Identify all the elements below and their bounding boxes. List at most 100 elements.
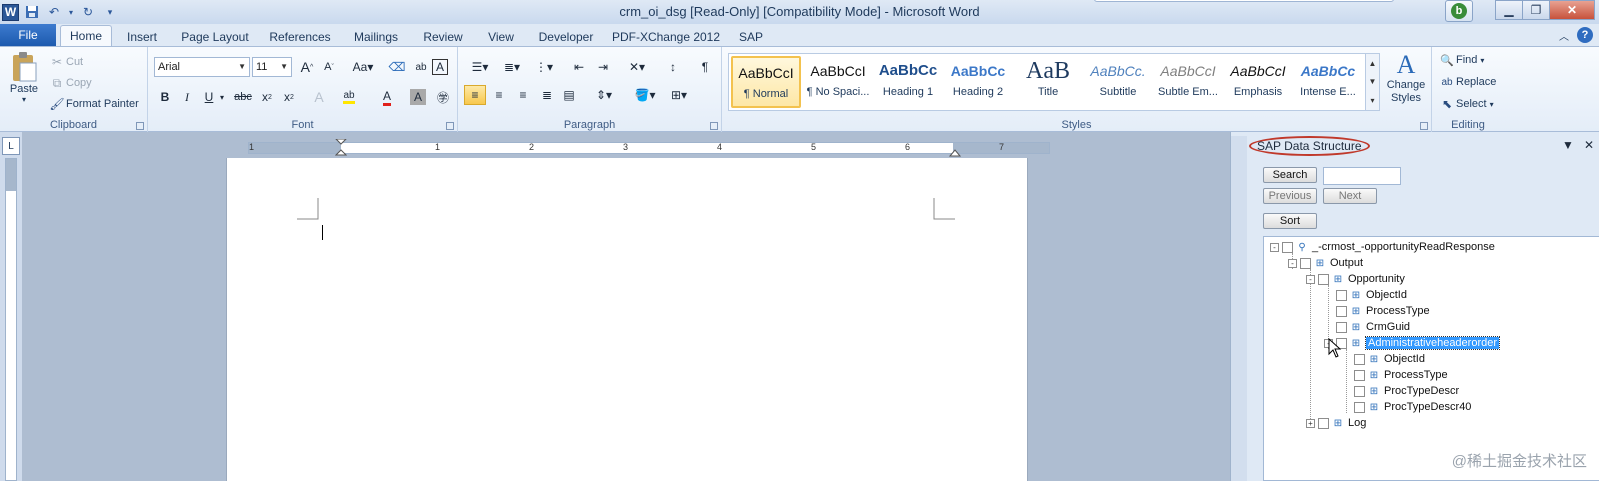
change-case-icon[interactable]: Aa▾ [348, 57, 378, 77]
right-indent-marker-icon[interactable] [949, 147, 961, 157]
style-no-spacing[interactable]: AaBbCcI ¶ No Spaci... [803, 56, 873, 108]
multilevel-list-icon[interactable]: ⋮▾ [530, 57, 558, 77]
panel-close-icon[interactable]: ✕ [1584, 138, 1594, 152]
tab-mailings[interactable]: Mailings [346, 27, 406, 46]
more-icon[interactable]: ▾ [1370, 96, 1374, 105]
font-color-icon[interactable]: A [376, 87, 398, 107]
font-launcher-icon[interactable] [446, 122, 454, 130]
tree-node-objectid-2[interactable]: ⊞ ObjectId [1354, 351, 1425, 367]
chevron-down-icon[interactable]: ▼ [1369, 77, 1377, 86]
checkbox[interactable] [1354, 369, 1365, 381]
numbering-icon[interactable]: ≣▾ [498, 57, 526, 77]
line-spacing-icon[interactable]: ⇕▾ [590, 85, 618, 105]
bold-icon[interactable]: B [154, 87, 176, 107]
tab-developer[interactable]: Developer [532, 27, 600, 46]
minimize-ribbon-icon[interactable]: ︿ [1559, 28, 1569, 43]
checkbox[interactable] [1354, 353, 1365, 365]
tab-file[interactable]: File [0, 24, 56, 46]
font-size-combo[interactable]: 11 ▼ [252, 57, 292, 77]
cut-button[interactable]: ✂ Cut [48, 53, 83, 71]
clipboard-launcher-icon[interactable] [136, 122, 144, 130]
character-shading-icon[interactable]: A [410, 89, 426, 105]
checkbox[interactable] [1354, 401, 1365, 413]
horizontal-ruler[interactable]: 1 1 2 3 4 5 6 7 [248, 139, 1050, 157]
chevron-up-icon[interactable]: ▲ [1369, 59, 1377, 68]
close-button[interactable]: ✕ [1549, 0, 1595, 20]
next-button[interactable]: Next [1323, 188, 1377, 204]
italic-icon[interactable]: I [176, 87, 198, 107]
collapse-icon[interactable]: - [1306, 274, 1315, 284]
strikethrough-icon[interactable]: abc [232, 87, 254, 107]
style-subtitle[interactable]: AaBbCc. Subtitle [1083, 56, 1153, 108]
tree-node-root[interactable]: - ⚲ _-crmost_-opportunityReadResponse [1270, 239, 1495, 255]
style-subtle-emphasis[interactable]: AaBbCcI Subtle Em... [1153, 56, 1223, 108]
superscript-icon[interactable]: x2 [278, 87, 300, 107]
character-border-icon[interactable]: A [432, 59, 448, 75]
paragraph-launcher-icon[interactable] [710, 122, 718, 130]
tree-node-proctypedescr[interactable]: ⊞ ProcTypeDescr [1354, 383, 1459, 399]
document-page[interactable] [226, 158, 1028, 481]
phonetic-guide-icon[interactable]: ab [410, 57, 432, 77]
underline-dropdown-icon[interactable]: ▾ [216, 87, 228, 107]
shrink-font-icon[interactable]: Aˇ [318, 57, 340, 77]
checkbox[interactable] [1318, 273, 1329, 285]
search-input[interactable] [1323, 167, 1401, 185]
checkbox[interactable] [1282, 241, 1293, 253]
tab-selector-icon[interactable]: L [2, 137, 20, 155]
distributed-icon[interactable]: ▤ [558, 85, 580, 105]
format-painter-button[interactable]: 🖌 Format Painter [48, 95, 138, 113]
tab-sap[interactable]: SAP [732, 27, 770, 46]
bing-button[interactable]: b [1445, 0, 1473, 22]
subscript-icon[interactable]: x2 [256, 87, 278, 107]
tab-view[interactable]: View [480, 27, 522, 46]
sort-icon[interactable]: ↕ [662, 57, 684, 77]
align-right-icon[interactable]: ≡ [512, 85, 534, 105]
collapse-icon[interactable]: - [1288, 258, 1297, 268]
previous-button[interactable]: Previous [1263, 188, 1317, 204]
align-left-icon[interactable]: ≡ [464, 85, 486, 105]
paste-button[interactable]: Paste ▾ [6, 51, 42, 104]
expand-icon[interactable]: + [1306, 418, 1315, 428]
tab-pdf-xchange[interactable]: PDF-XChange 2012 [610, 27, 722, 46]
font-family-combo[interactable]: Arial ▼ [154, 57, 250, 77]
replace-button[interactable]: ab Replace [1438, 73, 1496, 91]
select-button[interactable]: ⬉ Select ▾ [1438, 95, 1494, 113]
change-styles-button[interactable]: A Change Styles [1384, 51, 1428, 105]
styles-gallery-scroll[interactable]: ▲ ▼ ▾ [1365, 54, 1379, 110]
help-icon[interactable]: ? [1577, 27, 1593, 43]
checkbox[interactable] [1300, 257, 1311, 269]
checkbox[interactable] [1336, 289, 1347, 301]
bullets-icon[interactable]: ☰▾ [466, 57, 494, 77]
tree-node-log[interactable]: + ⊞ Log [1306, 415, 1366, 431]
style-intense-emphasis[interactable]: AaBbCc Intense E... [1293, 56, 1363, 108]
grow-font-icon[interactable]: A ^ [296, 57, 318, 77]
style-heading-1[interactable]: AaBbCc Heading 1 [873, 56, 943, 108]
checkbox[interactable] [1336, 321, 1347, 333]
find-button[interactable]: 🔍 Find ▾ [1438, 51, 1484, 69]
tree-node-objectid[interactable]: ⊞ ObjectId [1336, 287, 1407, 303]
text-effects-icon[interactable]: A [308, 87, 330, 107]
tree-node-proctypedescr40[interactable]: ⊞ ProcTypeDescr40 [1354, 399, 1471, 415]
decrease-indent-icon[interactable]: ⇤ [568, 57, 590, 77]
style-heading-2[interactable]: AaBbCc Heading 2 [943, 56, 1013, 108]
tree-node-administrativeheaderorder[interactable]: - ⊞ Administrativeheaderorder [1324, 335, 1501, 351]
checkbox[interactable] [1354, 385, 1365, 397]
justify-icon[interactable]: ≣ [536, 85, 558, 105]
checkbox[interactable] [1336, 305, 1347, 317]
increase-indent-icon[interactable]: ⇥ [592, 57, 614, 77]
tab-references[interactable]: References [264, 27, 336, 46]
enclose-characters-icon[interactable]: ㊫ [432, 87, 454, 107]
checkbox[interactable] [1318, 417, 1329, 429]
sort-button[interactable]: Sort [1263, 213, 1317, 229]
highlight-icon[interactable]: ab [338, 87, 360, 107]
style-title[interactable]: AaB Title [1013, 56, 1083, 108]
style-normal[interactable]: AaBbCcI ¶ Normal [731, 56, 801, 108]
panel-resize-strip[interactable] [1231, 136, 1247, 481]
copy-button[interactable]: ⧉ Copy [48, 74, 92, 92]
tree-node-output[interactable]: - ⊞ Output [1288, 255, 1363, 271]
restore-button[interactable]: ❐ [1522, 0, 1550, 20]
panel-menu-icon[interactable]: ▼ [1562, 138, 1574, 152]
borders-icon[interactable]: ⊞▾ [664, 85, 694, 105]
asian-layout-icon[interactable]: ✕▾ [622, 57, 652, 77]
tab-review[interactable]: Review [416, 27, 470, 46]
